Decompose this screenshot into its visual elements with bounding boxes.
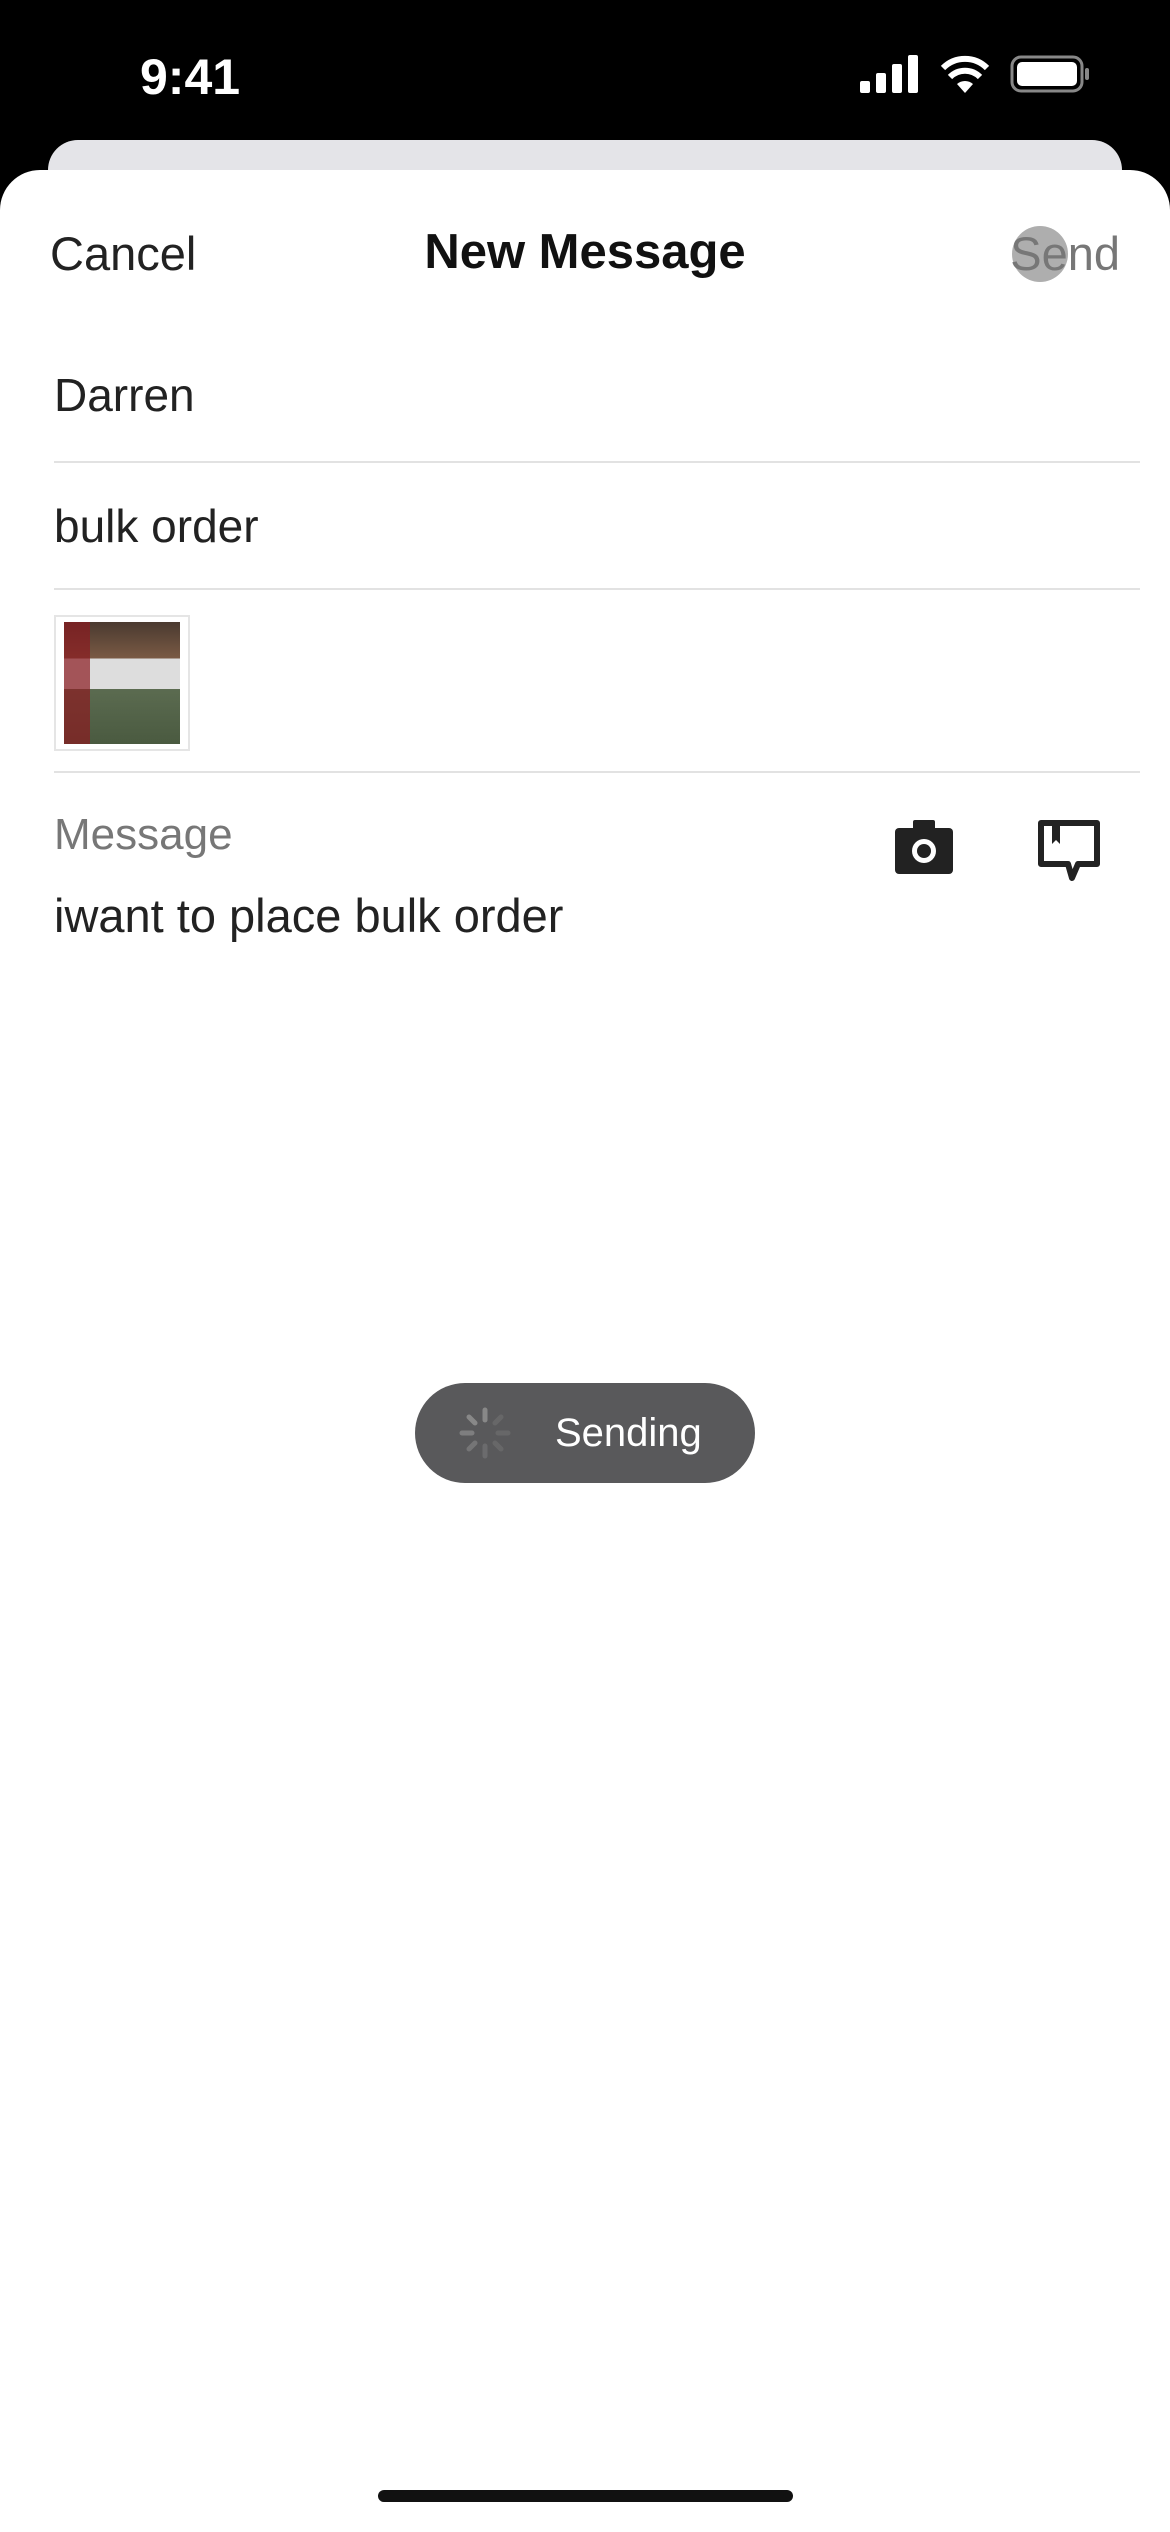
status-time: 9:41 <box>140 49 241 105</box>
sending-label: Sending <box>555 1410 702 1455</box>
recipient-field[interactable]: Darren <box>54 340 1140 463</box>
camera-icon[interactable] <box>895 820 955 876</box>
message-input[interactable]: iwant to place bulk order <box>54 888 563 943</box>
home-indicator[interactable] <box>378 2490 793 2502</box>
recipient-value: Darren <box>54 369 195 421</box>
subject-value: bulk order <box>54 500 259 552</box>
cellular-signal-icon <box>860 55 918 93</box>
attachment-row <box>54 590 1140 773</box>
new-message-sheet: Cancel New Message Send Darren bulk orde… <box>0 170 1170 2532</box>
subject-field[interactable]: bulk order <box>54 463 1140 590</box>
sending-toast: Sending <box>415 1383 755 1483</box>
cancel-button[interactable]: Cancel <box>50 226 196 281</box>
battery-icon <box>1010 55 1089 93</box>
tap-indicator <box>1012 226 1068 282</box>
status-bar: 9:41 <box>0 0 1170 140</box>
wifi-icon <box>940 55 990 93</box>
nav-bar: Cancel New Message Send <box>0 170 1170 340</box>
message-label: Message <box>54 810 233 859</box>
spinner-icon <box>459 1407 511 1459</box>
saved-replies-icon[interactable] <box>1038 820 1100 884</box>
